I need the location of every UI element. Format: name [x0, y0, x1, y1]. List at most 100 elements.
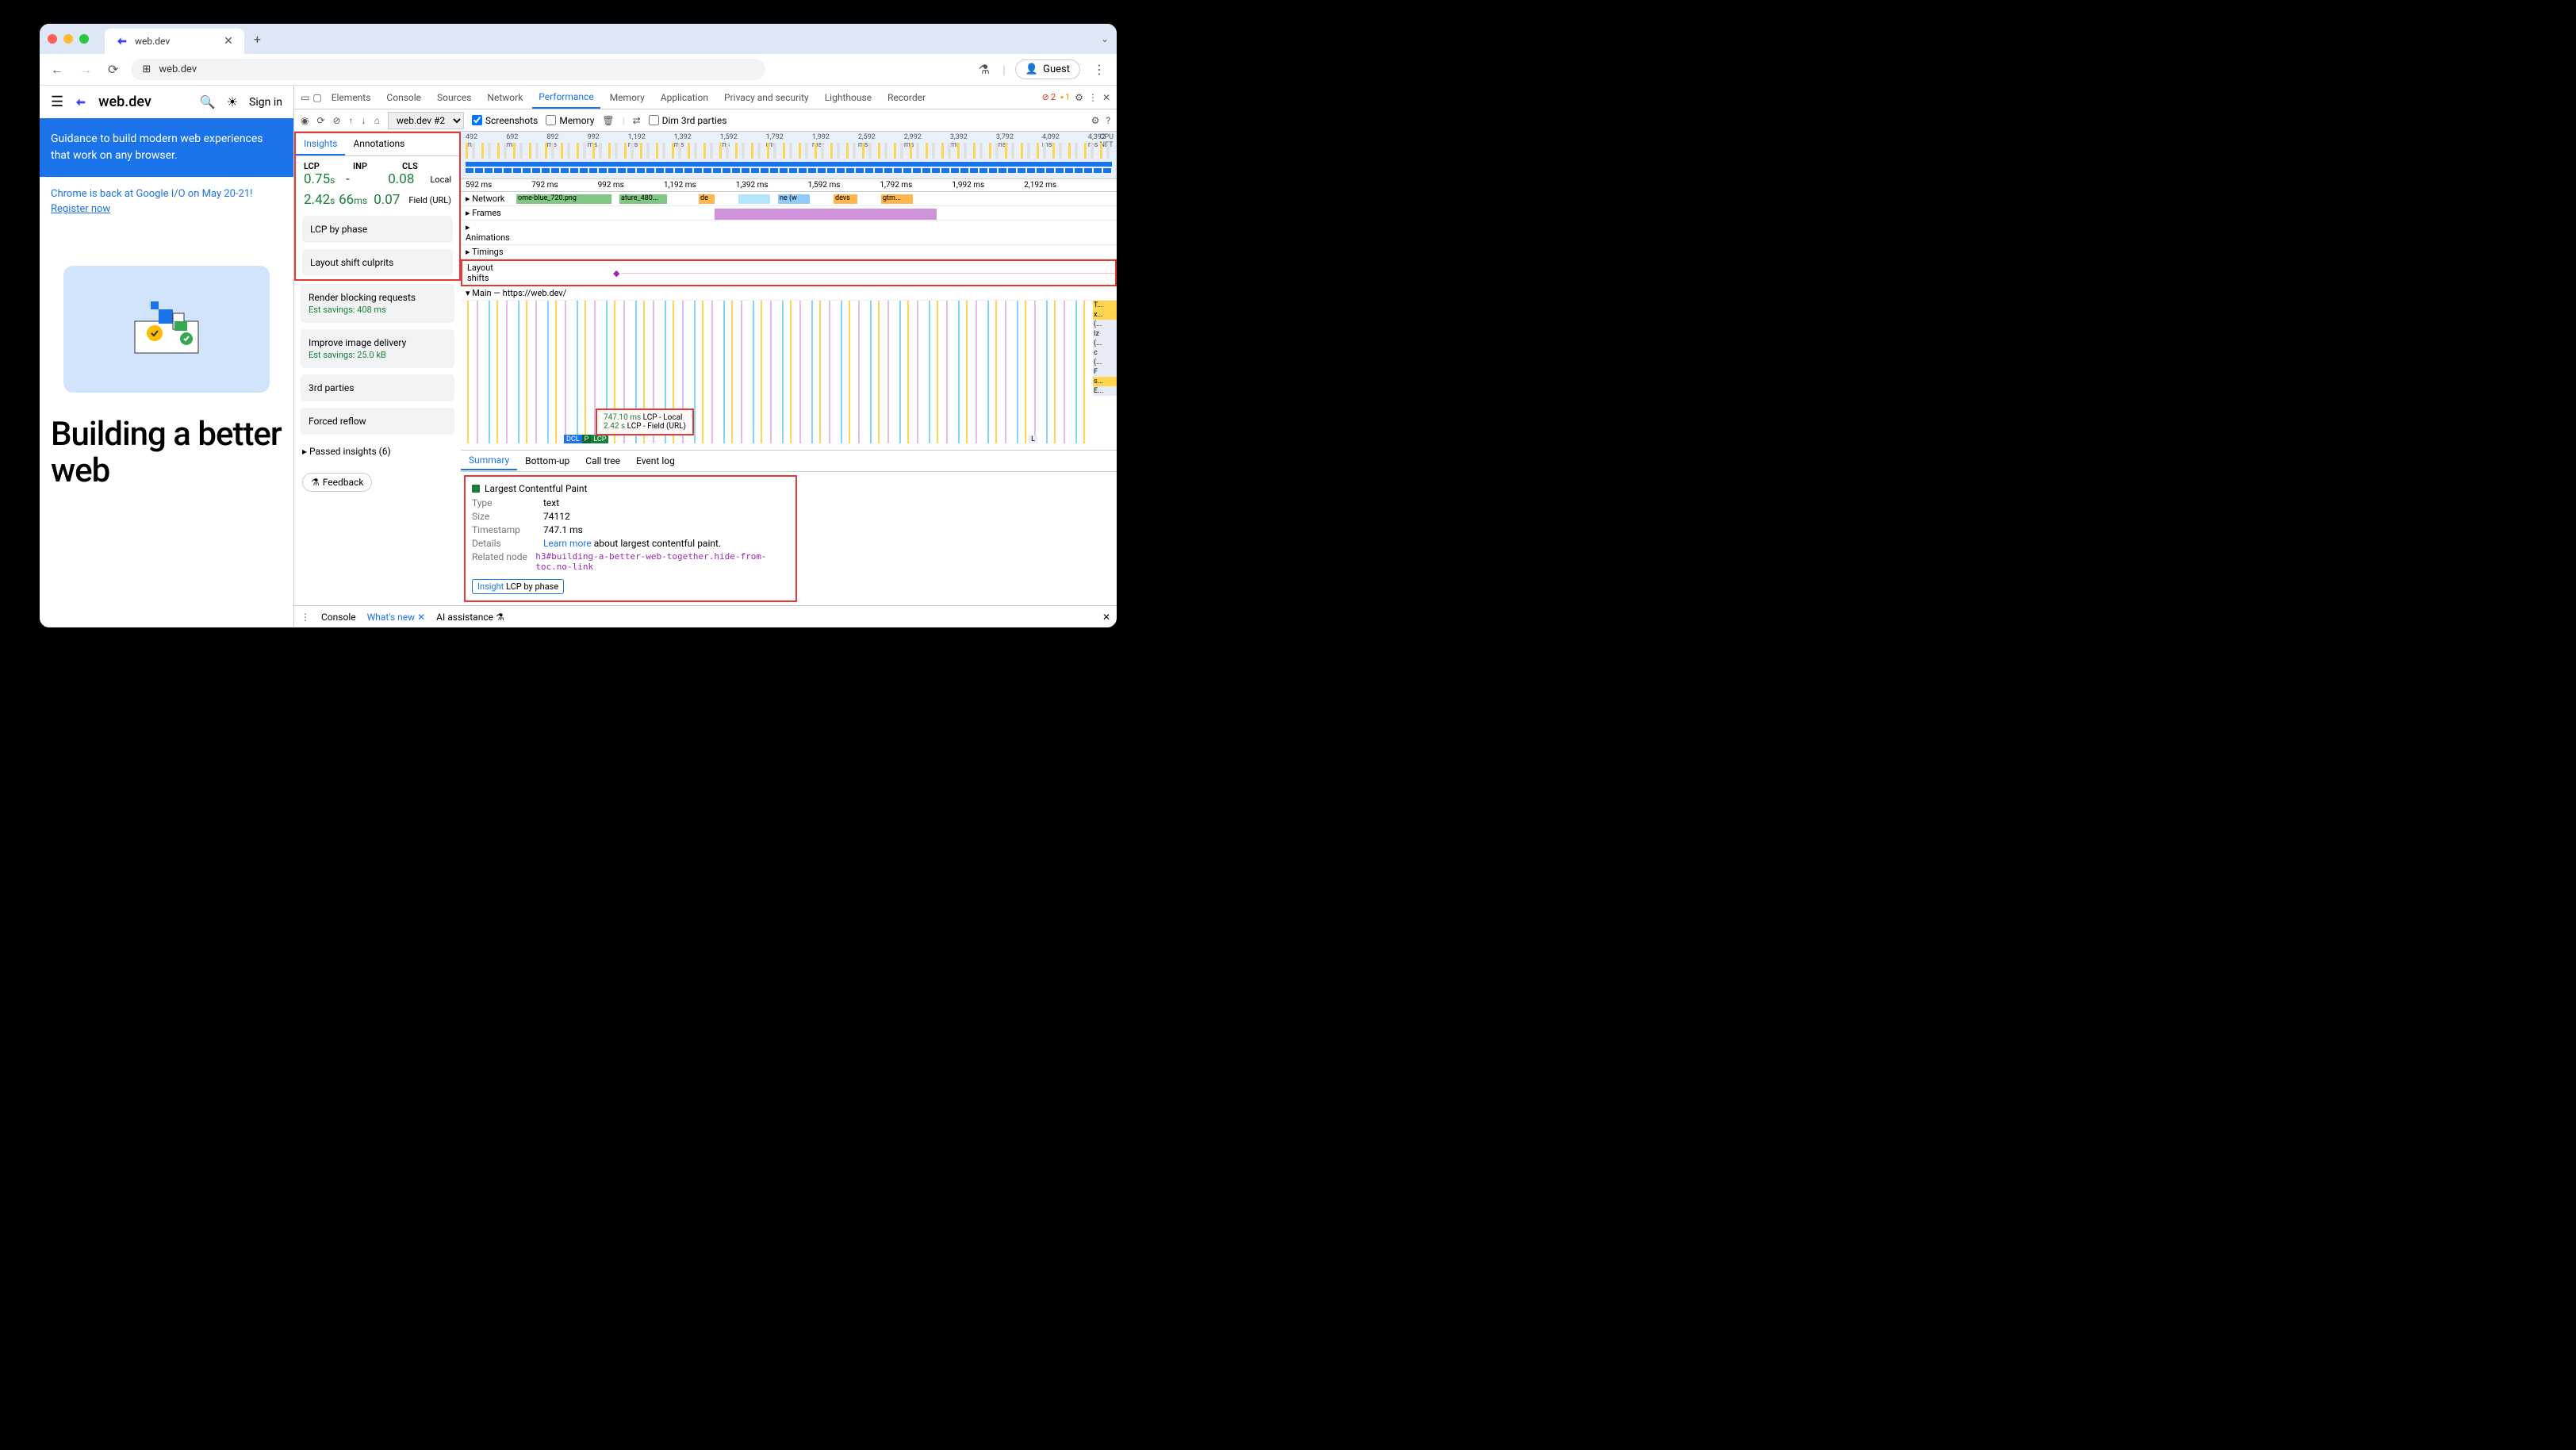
theme-toggle-icon[interactable]: ☀: [227, 94, 238, 109]
site-settings-icon[interactable]: ⊞: [142, 63, 151, 75]
summary-tab[interactable]: Summary: [461, 451, 517, 470]
main-flame-chart[interactable]: T... x... (... Iz (... c (... F s... E..…: [461, 301, 1117, 443]
address-bar: ← → ⟳ ⊞ web.dev ⚗ | 👤 Guest ⋮: [40, 54, 1117, 86]
more-icon[interactable]: ⋮: [1088, 92, 1098, 103]
cls-local: 0.08: [388, 171, 430, 187]
clear-icon[interactable]: ⊘: [333, 115, 341, 126]
tab-performance[interactable]: Performance: [532, 86, 600, 109]
insight-image-delivery[interactable]: Improve image delivery Est savings: 25.0…: [301, 329, 454, 368]
insights-tab[interactable]: Insights: [296, 133, 345, 155]
related-node-link[interactable]: h3#building-a-better-web-together.hide-f…: [535, 551, 789, 572]
screenshots-checkbox[interactable]: Screenshots: [472, 115, 538, 126]
page-viewport: ☰ web.dev 🔍 ☀ Sign in Guidance to build …: [40, 86, 293, 627]
animations-track[interactable]: ▸ Animations: [461, 221, 1117, 245]
labs-icon[interactable]: ⚗: [976, 59, 993, 80]
new-tab-button[interactable]: +: [254, 32, 261, 47]
record-icon[interactable]: ◉: [301, 115, 309, 126]
main-track-header[interactable]: ▾ Main — https://web.dev/: [461, 286, 1117, 301]
back-button[interactable]: ←: [48, 59, 67, 81]
tab-sources[interactable]: Sources: [431, 87, 477, 108]
tab-network[interactable]: Network: [481, 87, 529, 108]
signin-link[interactable]: Sign in: [249, 96, 282, 109]
annotations-tab[interactable]: Annotations: [345, 133, 412, 155]
network-track[interactable]: ▸ Network ome-blue_720.png ature_480... …: [461, 192, 1117, 206]
perf-settings-icon[interactable]: ⚙: [1091, 115, 1100, 126]
dim-checkbox[interactable]: Dim 3rd parties: [649, 115, 727, 126]
upload-icon[interactable]: ↑: [349, 115, 354, 126]
learn-more-link[interactable]: Learn more: [543, 538, 592, 549]
insight-3rd-parties[interactable]: 3rd parties: [301, 374, 454, 401]
insight-render-blocking[interactable]: Render blocking requests Est savings: 40…: [301, 284, 454, 323]
tab-memory[interactable]: Memory: [604, 87, 651, 108]
drawer-menu-icon[interactable]: ⋮: [301, 612, 310, 623]
metrics-grid: LCP INP CLS 0.75s - 0.08 Local 2.42: [296, 156, 459, 213]
profile-button[interactable]: 👤 Guest: [1015, 59, 1080, 79]
inspect-icon[interactable]: ▭: [301, 92, 309, 103]
url-bar[interactable]: ⊞ web.dev: [131, 59, 765, 80]
insights-panel: Insights Annotations LCP INP CLS 0.75s -: [294, 132, 461, 281]
maximize-window[interactable]: [79, 34, 89, 44]
url-text: web.dev: [159, 63, 197, 75]
drawer-ai[interactable]: AI assistance ⚗: [436, 612, 504, 623]
download-icon[interactable]: ↓: [362, 115, 366, 126]
error-count[interactable]: ⊘2: [1042, 92, 1056, 102]
tab-title: web.dev: [135, 36, 170, 47]
reload-record-icon[interactable]: ⟳: [316, 115, 324, 126]
device-toggle-icon[interactable]: ▢: [312, 92, 321, 103]
eventlog-tab[interactable]: Event log: [628, 452, 683, 470]
bottomup-tab[interactable]: Bottom-up: [517, 452, 577, 470]
drawer-whatsnew[interactable]: What's new ✕: [367, 612, 426, 623]
minimize-window[interactable]: [63, 34, 73, 44]
help-icon[interactable]: ?: [1106, 115, 1110, 126]
lcp-field: 2.42s: [304, 192, 339, 208]
calltree-tab[interactable]: Call tree: [577, 452, 628, 470]
timing-markers: DCLPLCP: [564, 435, 608, 443]
home-icon[interactable]: ⌂: [374, 115, 380, 126]
reload-button[interactable]: ⟳: [105, 59, 121, 80]
insight-lcp-phase[interactable]: LCP by phase: [302, 216, 453, 243]
timings-track[interactable]: ▸ Timings: [461, 245, 1117, 259]
performance-toolbar: ◉ ⟳ ⊘ ↑ ↓ ⌂ web.dev #2 Screenshots Memor…: [294, 109, 1117, 132]
lcp-local: 0.75s: [304, 171, 346, 187]
tab-lighthouse[interactable]: Lighthouse: [818, 87, 878, 108]
insight-cls-culprits[interactable]: Layout shift culprits: [302, 249, 453, 276]
overview-strip[interactable]: 492 ms692 ms892 ms992 ms1,192 ms1,392 ms…: [461, 132, 1117, 179]
webdev-logo-icon: [75, 96, 87, 109]
frames-track[interactable]: ▸ Frames: [461, 206, 1117, 221]
guest-icon: 👤: [1025, 63, 1038, 75]
devtools-panel: ▭ ▢ Elements Console Sources Network Per…: [293, 86, 1117, 627]
close-devtools-icon[interactable]: ✕: [1102, 92, 1110, 103]
gc-icon[interactable]: 🗑: [602, 115, 614, 126]
menu-hamburger-icon[interactable]: ☰: [51, 94, 63, 110]
drawer-close-icon[interactable]: ✕: [1102, 612, 1110, 623]
close-window[interactable]: [48, 34, 57, 44]
register-link[interactable]: Register now: [51, 203, 282, 215]
browser-tab[interactable]: web.dev ✕: [105, 29, 244, 54]
search-icon[interactable]: 🔍: [200, 94, 216, 109]
tab-privacy[interactable]: Privacy and security: [718, 87, 815, 108]
passed-insights[interactable]: ▸ Passed insights (6): [294, 438, 461, 465]
tab-console[interactable]: Console: [380, 87, 427, 108]
site-logo-text: web.dev: [98, 94, 151, 110]
tab-recorder[interactable]: Recorder: [881, 87, 932, 108]
tab-application[interactable]: Application: [654, 87, 715, 108]
forward-button[interactable]: →: [76, 59, 95, 81]
insight-forced-reflow[interactable]: Forced reflow: [301, 408, 454, 435]
details-body: Largest Contentful Paint Typetext Size74…: [464, 475, 797, 602]
settings2-icon[interactable]: ⇄: [633, 115, 641, 126]
menu-icon[interactable]: ⋮: [1090, 59, 1109, 80]
warning-count[interactable]: ▪1: [1060, 92, 1070, 102]
details-tabs: Summary Bottom-up Call tree Event log: [461, 450, 1117, 472]
close-tab-icon[interactable]: ✕: [224, 35, 233, 48]
layout-shifts-track[interactable]: Layout shifts ◆: [461, 259, 1117, 286]
hero-banner: Guidance to build modern web experiences…: [40, 118, 293, 177]
settings-icon[interactable]: ⚙: [1075, 92, 1083, 103]
feedback-button[interactable]: ⚗ Feedback: [302, 473, 372, 492]
tab-list-dropdown[interactable]: ⌄: [1101, 33, 1109, 44]
tab-elements[interactable]: Elements: [325, 87, 378, 108]
drawer-console[interactable]: Console: [321, 612, 356, 623]
insight-chip[interactable]: Insight LCP by phase: [472, 579, 564, 594]
inp-field: 66ms: [339, 192, 374, 208]
recording-select[interactable]: web.dev #2: [388, 112, 464, 129]
memory-checkbox[interactable]: Memory: [546, 115, 594, 126]
